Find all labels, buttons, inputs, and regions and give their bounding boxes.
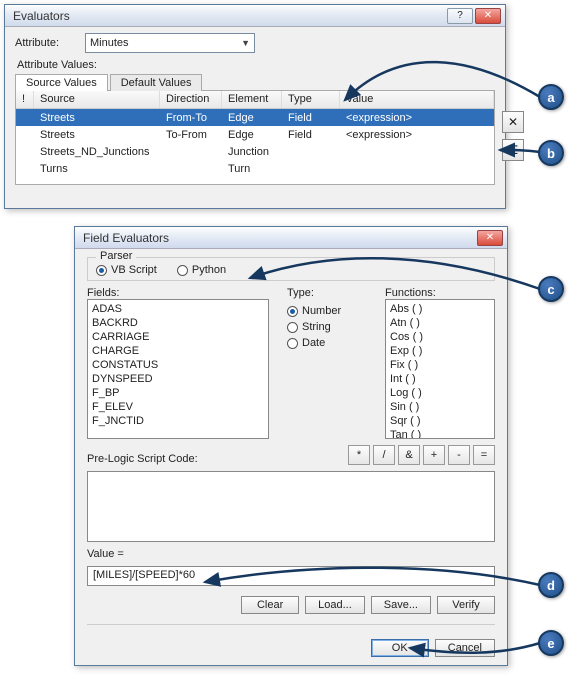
list-item[interactable]: DYNSPEED [92,372,264,386]
list-item[interactable]: Sin ( ) [390,400,490,414]
col-element[interactable]: Element [222,91,282,108]
op-minus-button[interactable]: - [448,445,470,465]
list-item[interactable]: Abs ( ) [390,302,490,316]
table-row[interactable]: Streets From-To Edge Field <expression> [16,109,494,126]
save-button[interactable]: Save... [371,596,431,614]
window-title: Field Evaluators [83,231,477,245]
list-item[interactable]: ADAS [92,302,264,316]
prelogic-textarea[interactable] [87,471,495,542]
titlebar[interactable]: Field Evaluators ✕ [75,227,507,249]
op-amp-button[interactable]: & [398,445,420,465]
callout-e: e [538,630,564,656]
load-button[interactable]: Load... [305,596,365,614]
list-item[interactable]: Fix ( ) [390,358,490,372]
callout-d: d [538,572,564,598]
attribute-value: Minutes [90,37,129,49]
properties-button[interactable]: ☰ [502,139,524,161]
attribute-label: Attribute: [15,37,75,49]
chevron-down-icon: ▼ [241,38,250,48]
parser-group: Parser VB Script Python [87,257,495,281]
parser-label: Parser [96,250,136,262]
op-multiply-button[interactable]: * [348,445,370,465]
parser-python-radio[interactable]: Python [177,264,226,276]
list-item[interactable]: Exp ( ) [390,344,490,358]
window-title: Evaluators [13,9,447,23]
attribute-combo[interactable]: Minutes ▼ [85,33,255,53]
type-string-radio[interactable]: String [287,321,367,333]
list-item[interactable]: BACKRD [92,316,264,330]
list-item[interactable]: CHARGE [92,344,264,358]
type-date-radio[interactable]: Date [287,337,367,349]
callout-a: a [538,84,564,110]
col-bang[interactable]: ! [16,91,34,108]
list-item[interactable]: Cos ( ) [390,330,490,344]
list-item[interactable]: CONSTATUS [92,358,264,372]
list-item[interactable]: F_JNCTID [92,414,264,428]
col-direction[interactable]: Direction [160,91,222,108]
type-label: Type: [287,287,367,299]
verify-button[interactable]: Verify [437,596,495,614]
torn-edge [5,193,505,209]
tab-source-values[interactable]: Source Values [15,74,108,91]
callout-c: c [538,276,564,302]
parser-vbscript-radio[interactable]: VB Script [96,264,157,276]
list-item[interactable]: F_ELEV [92,400,264,414]
list-item[interactable]: Log ( ) [390,386,490,400]
ok-button[interactable]: OK [371,639,429,657]
help-button[interactable]: ? [447,8,473,24]
prelogic-label: Pre-Logic Script Code: [87,453,198,465]
x-icon: ✕ [508,115,518,129]
clear-button[interactable]: Clear [241,596,299,614]
list-item[interactable]: CARRIAGE [92,330,264,344]
list-item[interactable]: Tan ( ) [390,428,490,439]
properties-icon: ☰ [508,143,519,157]
functions-list[interactable]: Abs ( ) Atn ( ) Cos ( ) Exp ( ) Fix ( ) … [385,299,495,439]
field-evaluators-window: Field Evaluators ✕ Parser VB Script Pyth… [74,226,508,666]
type-number-radio[interactable]: Number [287,305,367,317]
functions-label: Functions: [385,287,495,299]
table-row[interactable]: Streets_ND_Junctions Junction [16,143,494,160]
list-item[interactable]: F_BP [92,386,264,400]
attribute-values-label: Attribute Values: [17,59,495,71]
evaluators-window: Evaluators ? ✕ Attribute: Minutes ▼ Attr… [4,4,506,209]
value-label: Value = [87,548,495,560]
col-type[interactable]: Type [282,91,340,108]
table-row[interactable]: Turns Turn [16,160,494,177]
list-item[interactable]: Int ( ) [390,372,490,386]
table-row[interactable]: Streets To-From Edge Field <expression> [16,126,494,143]
op-equals-button[interactable]: = [473,445,495,465]
values-grid: ! Source Direction Element Type Value St… [15,91,495,185]
value-input[interactable]: [MILES]/[SPEED]*60 [87,566,495,586]
callout-b: b [538,140,564,166]
fields-list[interactable]: ADAS BACKRD CARRIAGE CHARGE CONSTATUS DY… [87,299,269,439]
tabstrip: Source Values Default Values [15,73,495,91]
delete-button[interactable]: ✕ [502,111,524,133]
list-item[interactable]: Sqr ( ) [390,414,490,428]
op-plus-button[interactable]: + [423,445,445,465]
titlebar[interactable]: Evaluators ? ✕ [5,5,505,27]
close-button[interactable]: ✕ [477,230,503,246]
cancel-button[interactable]: Cancel [435,639,495,657]
tab-default-values[interactable]: Default Values [110,74,203,91]
col-source[interactable]: Source [34,91,160,108]
close-button[interactable]: ✕ [475,8,501,24]
op-divide-button[interactable]: / [373,445,395,465]
list-item[interactable]: Atn ( ) [390,316,490,330]
fields-label: Fields: [87,287,269,299]
col-value[interactable]: Value [340,91,494,108]
